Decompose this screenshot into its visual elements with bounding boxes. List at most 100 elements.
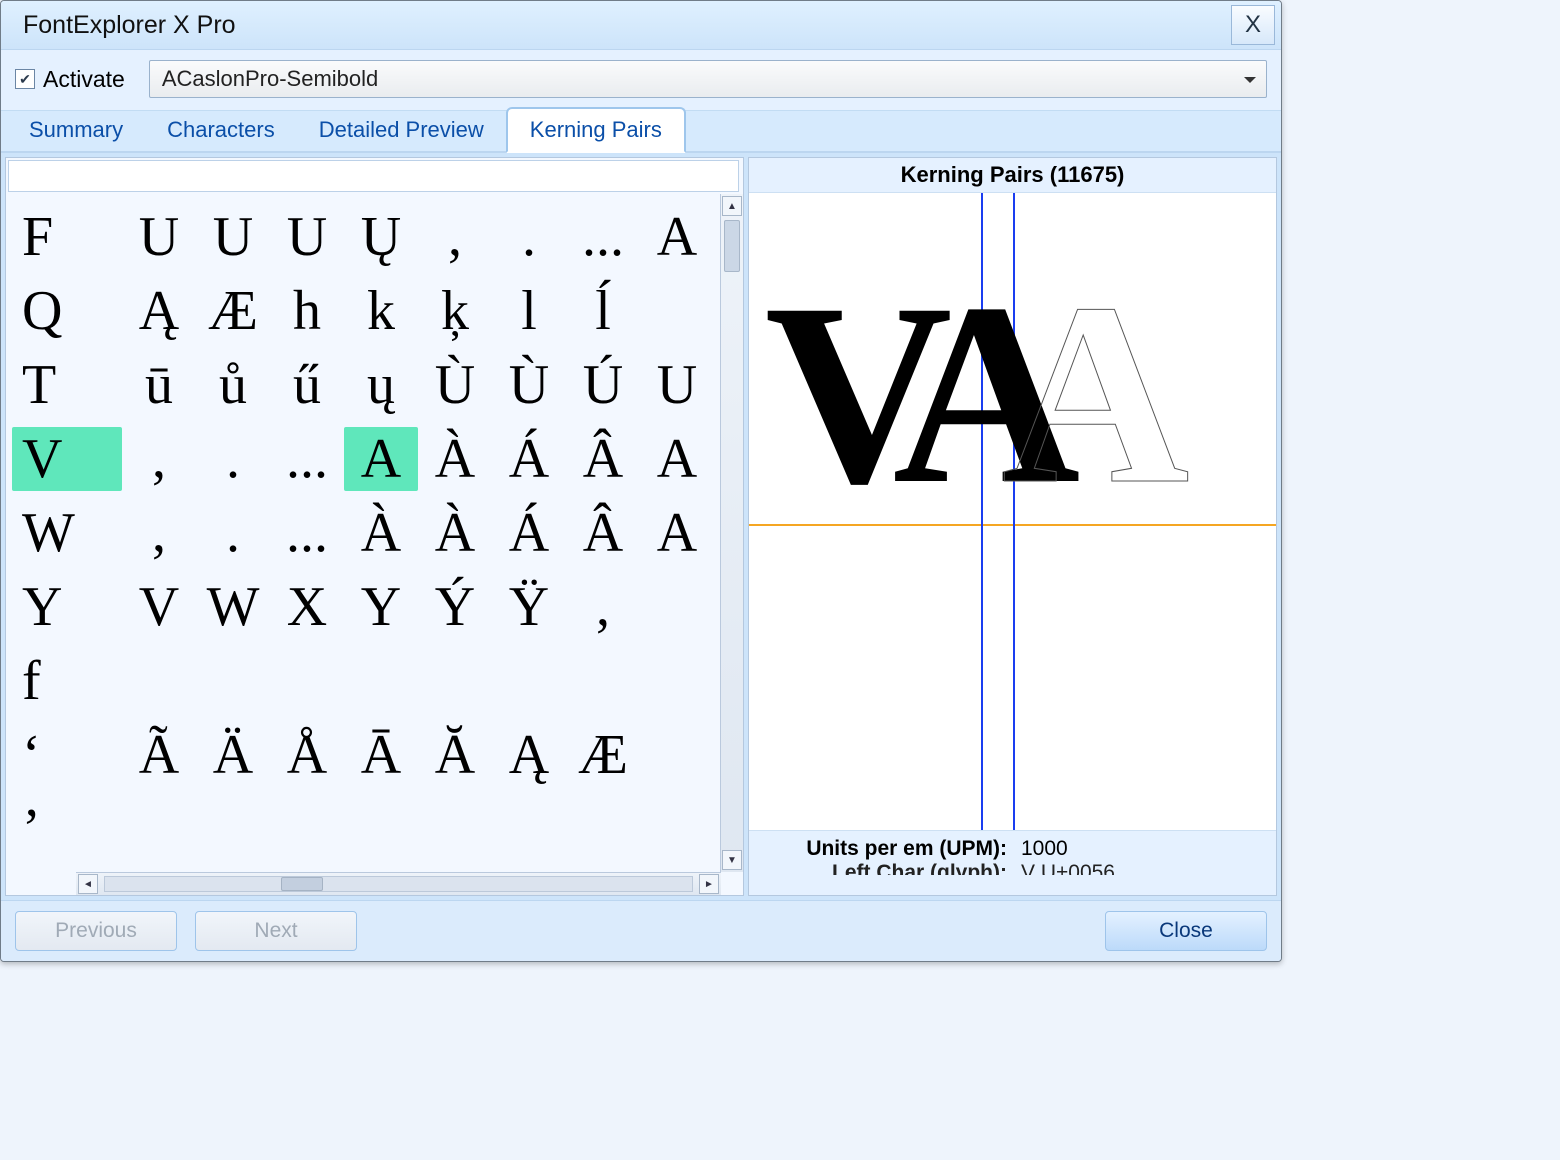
lead-glyph[interactable]: T [12, 353, 122, 417]
glyph-cell[interactable]: ... [270, 427, 344, 491]
lead-glyph[interactable]: W [12, 501, 122, 565]
glyph-cell[interactable]: A [640, 427, 714, 491]
hscroll-thumb[interactable] [281, 877, 323, 891]
glyph-cell[interactable]: k [344, 279, 418, 343]
glyph-cell[interactable]: ű [270, 353, 344, 417]
horizontal-scrollbar[interactable]: ◄ ► [76, 872, 721, 895]
glyph-cell[interactable]: Ā [344, 723, 418, 787]
glyph-cell[interactable]: Ý [418, 575, 492, 639]
glyph-cell[interactable]: , [418, 205, 492, 269]
glyph-cell[interactable]: À [418, 501, 492, 565]
next-button[interactable]: Next [195, 911, 357, 951]
glyph-cell[interactable]: À [344, 501, 418, 565]
glyph-cell[interactable]: Ù [418, 353, 492, 417]
glyph-cell[interactable]: W [196, 575, 270, 639]
glyph-cell[interactable]: A [344, 427, 418, 491]
glyph-row: TūůűųÙÙÚU [12, 348, 714, 422]
app-window: FontExplorer X Pro X ✔ Activate ACaslonP… [0, 0, 1282, 962]
previous-button[interactable]: Previous [15, 911, 177, 951]
glyph-cell[interactable]: A [640, 205, 714, 269]
scroll-thumb[interactable] [724, 220, 740, 272]
lead-glyph[interactable]: F [12, 205, 122, 269]
tab-characters[interactable]: Characters [145, 109, 297, 151]
glyph-grid[interactable]: FUUUŲ,....AQĄÆhkķlĺTūůűųÙÙÚUV,....AÀÁÂAW… [6, 194, 720, 872]
glyph-row: ‘ÃÄÅĀĂĄÆ [12, 718, 714, 792]
glyph-cell[interactable]: X [270, 575, 344, 639]
glyph-cell[interactable]: Á [492, 501, 566, 565]
glyph-cell[interactable]: U [270, 205, 344, 269]
glyph-cell[interactable]: ĺ [566, 279, 640, 343]
vertical-scrollbar[interactable]: ▲ ▼ [720, 194, 743, 872]
glyph-cell[interactable]: Ä [196, 723, 270, 787]
glyph-cell[interactable]: ū [122, 353, 196, 417]
glyph-cell[interactable]: , [566, 575, 640, 639]
tab-detailed-preview[interactable]: Detailed Preview [297, 109, 506, 151]
window-close-button[interactable]: X [1231, 5, 1275, 45]
glyph-cell[interactable]: ų [344, 353, 418, 417]
glyph-cell[interactable]: ů [196, 353, 270, 417]
close-button[interactable]: Close [1105, 911, 1267, 951]
glyph-cell[interactable]: Æ [566, 723, 640, 787]
glyph-cell[interactable]: . [196, 427, 270, 491]
glyph-cell[interactable]: Ú [566, 353, 640, 417]
glyph-cell[interactable]: . [492, 205, 566, 269]
glyph-row: W,....ÀÀÁÂA [12, 496, 714, 570]
lead-glyph[interactable]: Y [12, 575, 122, 639]
toolbar: ✔ Activate ACaslonPro-Semibold [1, 50, 1281, 110]
glyph-cell[interactable]: Ÿ [492, 575, 566, 639]
glyph-cell[interactable]: ķ [418, 279, 492, 343]
glyph-cell[interactable]: l [492, 279, 566, 343]
scroll-down-icon[interactable]: ▼ [722, 850, 742, 870]
glyph-cell[interactable]: . [196, 501, 270, 565]
glyph-cell[interactable]: Ą [492, 723, 566, 787]
glyph-cell[interactable]: ... [566, 205, 640, 269]
scroll-right-icon[interactable]: ► [699, 874, 719, 894]
glyph-cell[interactable]: Ų [344, 205, 418, 269]
glyph-cell[interactable]: Å [270, 723, 344, 787]
glyph-cell[interactable]: Ù [492, 353, 566, 417]
glyph-cell[interactable]: Ă [418, 723, 492, 787]
tabs: Summary Characters Detailed Preview Kern… [1, 110, 1281, 153]
glyph-cell[interactable]: , [122, 427, 196, 491]
sample-right-glyph-outline: A [1002, 264, 1190, 524]
activate-checkbox[interactable]: ✔ [15, 69, 35, 89]
glyph-cell[interactable]: U [640, 353, 714, 417]
scroll-up-icon[interactable]: ▲ [722, 196, 742, 216]
lead-glyph[interactable]: ‘ [12, 723, 122, 787]
lead-glyph[interactable]: V [12, 427, 122, 491]
glyph-row: f [12, 644, 714, 718]
body: FUUUŲ,....AQĄÆhkķlĺTūůűųÙÙÚUV,....AÀÁÂAW… [1, 153, 1281, 900]
upm-label: Units per em (UPM): [757, 837, 1007, 861]
lead-glyph[interactable]: ’ [12, 797, 122, 861]
glyph-cell[interactable]: Ã [122, 723, 196, 787]
glyph-cell[interactable]: h [270, 279, 344, 343]
glyph-cell[interactable]: Y [344, 575, 418, 639]
lead-glyph[interactable]: Q [12, 279, 122, 343]
window-title: FontExplorer X Pro [23, 11, 236, 40]
glyph-cell[interactable]: U [122, 205, 196, 269]
activate-label: Activate [43, 66, 125, 93]
glyph-cell[interactable]: Á [492, 427, 566, 491]
glyph-row: ’ [12, 792, 714, 866]
glyph-cell[interactable]: Â [566, 501, 640, 565]
glyph-cell[interactable]: ... [270, 501, 344, 565]
tab-summary[interactable]: Summary [7, 109, 145, 151]
kerning-preview-pane: Kerning Pairs (11675) V A A Units per em… [748, 157, 1277, 896]
glyph-cell[interactable]: U [196, 205, 270, 269]
glyph-cell[interactable]: Ą [122, 279, 196, 343]
scroll-left-icon[interactable]: ◄ [78, 874, 98, 894]
search-input[interactable] [8, 160, 739, 192]
glyph-cell[interactable]: A [640, 501, 714, 565]
glyph-cell[interactable]: , [122, 501, 196, 565]
kerning-preview: V A A [749, 193, 1276, 830]
glyph-row: YVWXYÝŸ, [12, 570, 714, 644]
glyph-row: V,....AÀÁÂA [12, 422, 714, 496]
tab-kerning-pairs[interactable]: Kerning Pairs [506, 107, 686, 153]
lead-glyph[interactable]: f [12, 649, 122, 713]
kerning-pairs-count: Kerning Pairs (11675) [749, 158, 1276, 193]
glyph-cell[interactable]: V [122, 575, 196, 639]
glyph-cell[interactable]: Â [566, 427, 640, 491]
glyph-cell[interactable]: À [418, 427, 492, 491]
glyph-cell[interactable]: Æ [196, 279, 270, 343]
font-select[interactable]: ACaslonPro-Semibold [149, 60, 1267, 98]
